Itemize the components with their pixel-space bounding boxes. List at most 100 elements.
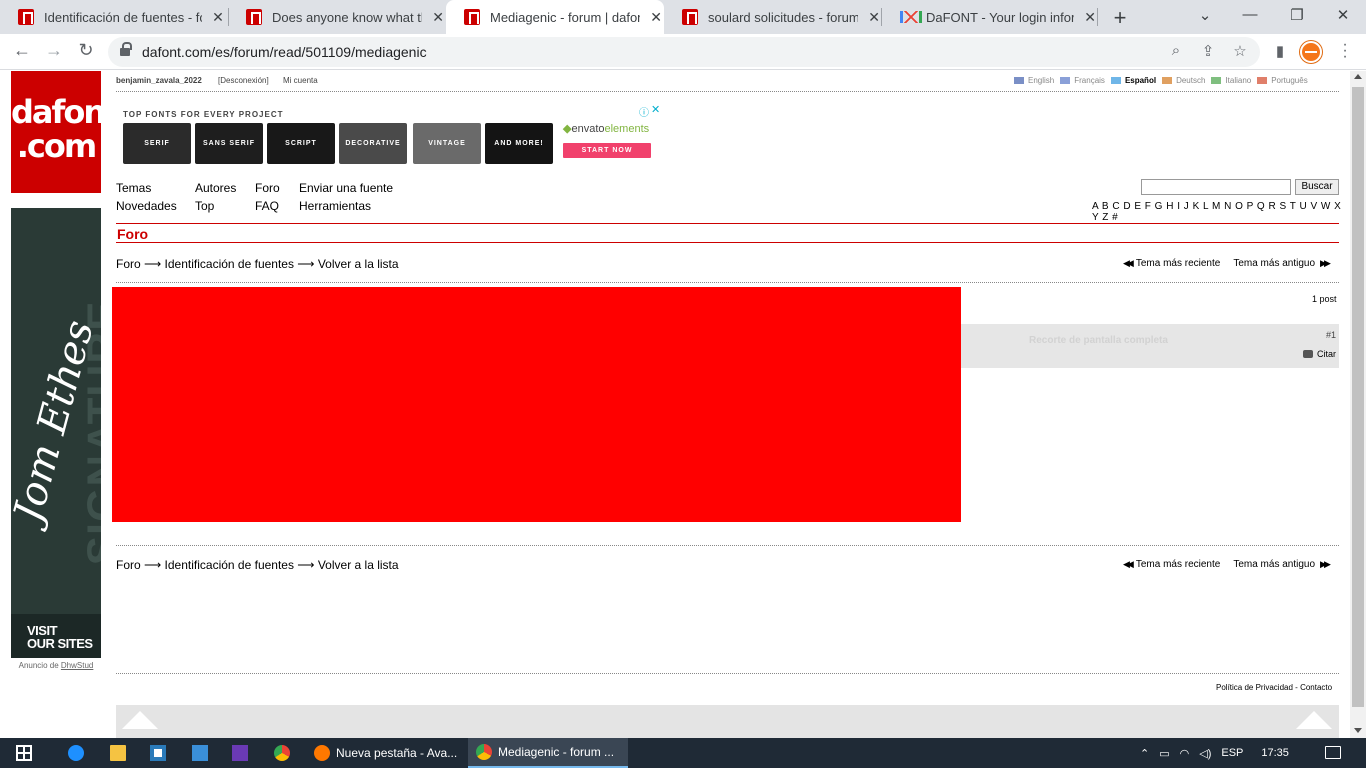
next-arrow-icon[interactable]: ▶▶: [1320, 258, 1331, 269]
bookmark-star-icon[interactable]: ☆: [1230, 42, 1250, 60]
lang-espanol[interactable]: Español: [1110, 76, 1156, 85]
scroll-down-arrow-icon[interactable]: [1354, 728, 1362, 733]
edge-icon[interactable]: [68, 745, 84, 761]
logout-link[interactable]: [Desconexión]: [218, 76, 269, 85]
tab-mediagenic[interactable]: Mediagenic - forum | dafont ✕: [446, 0, 664, 34]
breadcrumb[interactable]: Foro ⟶ Identificación de fuentes ⟶ Volve…: [116, 257, 399, 271]
ad-close-icon[interactable]: ✕: [651, 103, 660, 116]
scroll-top-arrow-icon[interactable]: [1296, 711, 1332, 729]
side-advertisement[interactable]: SIGNATURE Jom Ethes VISIT OUR SITES: [11, 208, 101, 658]
tab-close-icon[interactable]: ✕: [866, 9, 882, 26]
profile-avatar-icon[interactable]: [1300, 41, 1322, 63]
address-bar[interactable]: dafont.com/es/forum/read/501109/mediagen…: [108, 37, 1260, 67]
side-panel-icon[interactable]: ▮: [1268, 42, 1292, 60]
mail-icon[interactable]: [192, 745, 208, 761]
lang-label: Français: [1074, 76, 1105, 85]
url-text[interactable]: dafont.com/es/forum/read/501109/mediagen…: [142, 44, 427, 60]
wifi-icon[interactable]: ◠: [1180, 747, 1190, 760]
nav-herramientas[interactable]: Herramientas: [299, 199, 371, 213]
search-input[interactable]: [1141, 179, 1291, 195]
newer-topic-link[interactable]: Tema más reciente: [1136, 559, 1220, 570]
notifications-icon[interactable]: [1325, 746, 1341, 759]
tab-close-icon[interactable]: ✕: [210, 9, 226, 26]
tray-chevron-icon[interactable]: ⌃: [1140, 747, 1149, 760]
reload-icon[interactable]: ↻: [74, 40, 98, 61]
scrollbar-thumb[interactable]: [1352, 87, 1364, 707]
lang-italiano[interactable]: Italiano: [1211, 76, 1251, 85]
quote-button[interactable]: Citar: [1302, 349, 1336, 359]
username[interactable]: benjamin_zavala_2022: [116, 76, 202, 85]
nav-top[interactable]: Top: [195, 199, 214, 213]
nav-faq[interactable]: FAQ: [255, 199, 279, 213]
next-arrow-icon[interactable]: ▶▶: [1320, 559, 1331, 570]
nav-enviar-fuente[interactable]: Enviar una fuente: [299, 181, 393, 195]
input-language[interactable]: ESP: [1221, 747, 1243, 759]
ad-note-link[interactable]: DhwStud: [61, 661, 93, 670]
ad-info-icon[interactable]: ⓘ: [639, 104, 649, 119]
contact-link[interactable]: Contacto: [1300, 683, 1332, 692]
tab-close-icon[interactable]: ✕: [1082, 9, 1098, 26]
back-arrow-icon[interactable]: ←: [10, 40, 34, 61]
archive-app-icon[interactable]: [232, 745, 248, 761]
ad-tile-and-more[interactable]: AND MORE!: [485, 123, 553, 164]
older-topic-link[interactable]: Tema más antiguo: [1233, 559, 1315, 570]
ad-tile-vintage[interactable]: VINTAGE: [413, 123, 481, 164]
tab-dafont-login[interactable]: DaFONT - Your login informa ✕: [882, 0, 1098, 34]
start-menu-icon[interactable]: [16, 745, 32, 761]
clock[interactable]: 17:35: [1261, 747, 1289, 759]
minimize-button[interactable]: —: [1240, 6, 1260, 23]
ad-tile-decorative[interactable]: DECORATIVE: [339, 123, 407, 164]
post-count: 1 post: [1312, 294, 1337, 304]
battery-icon[interactable]: ▭: [1159, 747, 1169, 760]
tab-identificacion[interactable]: Identificación de fuentes - fo ✕: [0, 0, 228, 34]
lang-english[interactable]: English: [1014, 76, 1054, 85]
share-icon[interactable]: ⇪: [1198, 42, 1218, 60]
prev-arrow-icon[interactable]: ◀◀: [1123, 258, 1134, 269]
post-number[interactable]: #1: [1326, 330, 1336, 340]
search-button[interactable]: Buscar: [1295, 179, 1339, 195]
logo-line2: .com: [16, 127, 97, 165]
nav-novedades[interactable]: Novedades: [116, 199, 177, 213]
nav-temas[interactable]: Temas: [116, 181, 151, 195]
newer-topic-link[interactable]: Tema más reciente: [1136, 258, 1220, 269]
start-now-button[interactable]: START NOW: [563, 143, 651, 158]
restore-button[interactable]: ❐: [1287, 6, 1307, 24]
banner-advertisement[interactable]: TOP FONTS FOR EVERY PROJECT SERIF SANS S…: [116, 103, 662, 169]
tab-does-anyone-know[interactable]: Does anyone know what this ✕: [228, 0, 446, 34]
ad-visit-sites[interactable]: VISIT OUR SITES: [11, 614, 101, 658]
ad-tile-serif[interactable]: SERIF: [123, 123, 191, 164]
browser-menu-icon[interactable]: · · ·: [1340, 37, 1350, 65]
volume-icon[interactable]: ◁): [1199, 747, 1211, 760]
prev-arrow-icon[interactable]: ◀◀: [1123, 559, 1134, 570]
privacy-link[interactable]: Política de Privacidad: [1216, 683, 1293, 692]
lang-francais[interactable]: Français: [1060, 76, 1105, 85]
breadcrumb-bottom[interactable]: Foro ⟶ Identificación de fuentes ⟶ Volve…: [116, 558, 399, 572]
zoom-icon[interactable]: ⌕: [1166, 42, 1186, 59]
tab-soulard-solicitudes[interactable]: soulard solicitudes - forum | ✕: [664, 0, 882, 34]
page-scrollbar[interactable]: [1350, 71, 1366, 738]
file-explorer-icon[interactable]: [110, 745, 126, 761]
lang-portugues[interactable]: Português: [1257, 76, 1308, 85]
ad-tile-script[interactable]: SCRIPT: [267, 123, 335, 164]
taskbar-app-chrome[interactable]: Mediagenic - forum ...: [468, 738, 628, 768]
taskbar-app-avast[interactable]: Nueva pestaña - Ava...: [306, 738, 466, 768]
alphabet-index[interactable]: A B C D E F G H I J K L M N O P Q R S T …: [1092, 201, 1350, 223]
scroll-up-arrow-icon[interactable]: [1354, 74, 1362, 79]
ad-tile-sans-serif[interactable]: SANS SERIF: [195, 123, 263, 164]
tab-close-icon[interactable]: ✕: [430, 9, 446, 26]
my-account-link[interactable]: Mi cuenta: [283, 76, 318, 85]
close-window-button[interactable]: ✕: [1333, 6, 1353, 24]
lang-deutsch[interactable]: Deutsch: [1162, 76, 1205, 85]
scroll-top-arrow-icon[interactable]: [122, 711, 158, 729]
nav-autores[interactable]: Autores: [195, 181, 236, 195]
tab-search-icon[interactable]: ⌄: [1195, 6, 1215, 24]
forward-arrow-icon[interactable]: →: [42, 40, 66, 61]
nav-foro[interactable]: Foro: [255, 181, 280, 195]
store-icon[interactable]: [150, 745, 166, 761]
tab-close-icon[interactable]: ✕: [648, 9, 664, 26]
logo-line1: dafont: [11, 93, 119, 131]
older-topic-link[interactable]: Tema más antiguo: [1233, 258, 1315, 269]
new-tab-button[interactable]: +: [1108, 5, 1132, 31]
dafont-logo[interactable]: dafont .com: [11, 71, 119, 193]
chrome-icon[interactable]: [274, 745, 290, 761]
